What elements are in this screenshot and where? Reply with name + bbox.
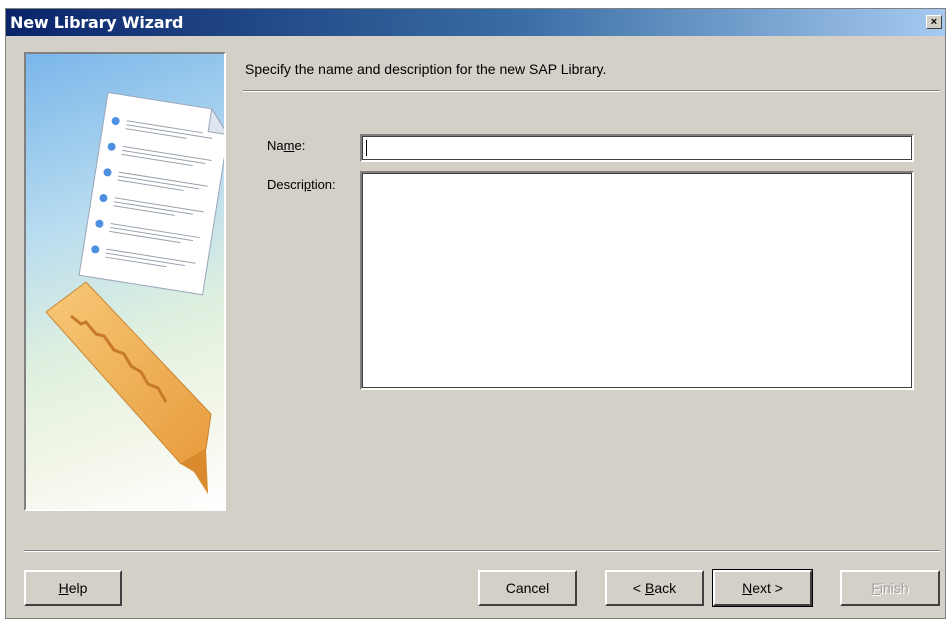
help-mnemonic: H xyxy=(58,580,69,596)
description-input[interactable] xyxy=(360,171,914,390)
description-label: Description: xyxy=(267,177,336,192)
close-icon[interactable]: × xyxy=(926,15,942,29)
name-label: Name: xyxy=(267,138,305,153)
next-button[interactable]: Next > xyxy=(712,569,813,607)
next-mnemonic: N xyxy=(742,580,753,596)
header-divider xyxy=(243,90,940,92)
name-label-mnemonic: m xyxy=(283,138,295,153)
title-bar[interactable]: New Library Wizard × xyxy=(6,9,945,36)
cancel-button[interactable]: Cancel xyxy=(478,570,577,606)
description-label-part: tion: xyxy=(311,177,336,192)
name-input[interactable] xyxy=(360,134,914,162)
description-label-part: Descri xyxy=(267,177,304,192)
document-and-bookmark-icon xyxy=(45,91,224,494)
finish-mnemonic: F xyxy=(871,580,880,596)
finish-button[interactable]: Finish xyxy=(840,570,940,606)
description-label-mnemonic: p xyxy=(303,177,312,192)
instruction-text: Specify the name and description for the… xyxy=(245,61,607,77)
help-label: elp xyxy=(68,580,88,596)
next-label: ext > xyxy=(752,580,783,596)
back-button[interactable]: < Back xyxy=(605,570,704,606)
text-caret xyxy=(366,140,367,156)
back-prefix: < xyxy=(632,580,645,596)
window-title: New Library Wizard xyxy=(10,13,184,32)
wizard-illustration xyxy=(24,52,226,511)
name-label-part: e: xyxy=(294,138,306,153)
name-label-part: Na xyxy=(267,138,284,153)
back-mnemonic: B xyxy=(644,580,655,596)
help-button[interactable]: Help xyxy=(24,570,122,606)
footer-divider xyxy=(24,550,940,552)
wizard-dialog: New Library Wizard × Specify the name an… xyxy=(5,8,946,619)
finish-label: inish xyxy=(879,580,909,596)
back-label: ack xyxy=(654,580,677,596)
